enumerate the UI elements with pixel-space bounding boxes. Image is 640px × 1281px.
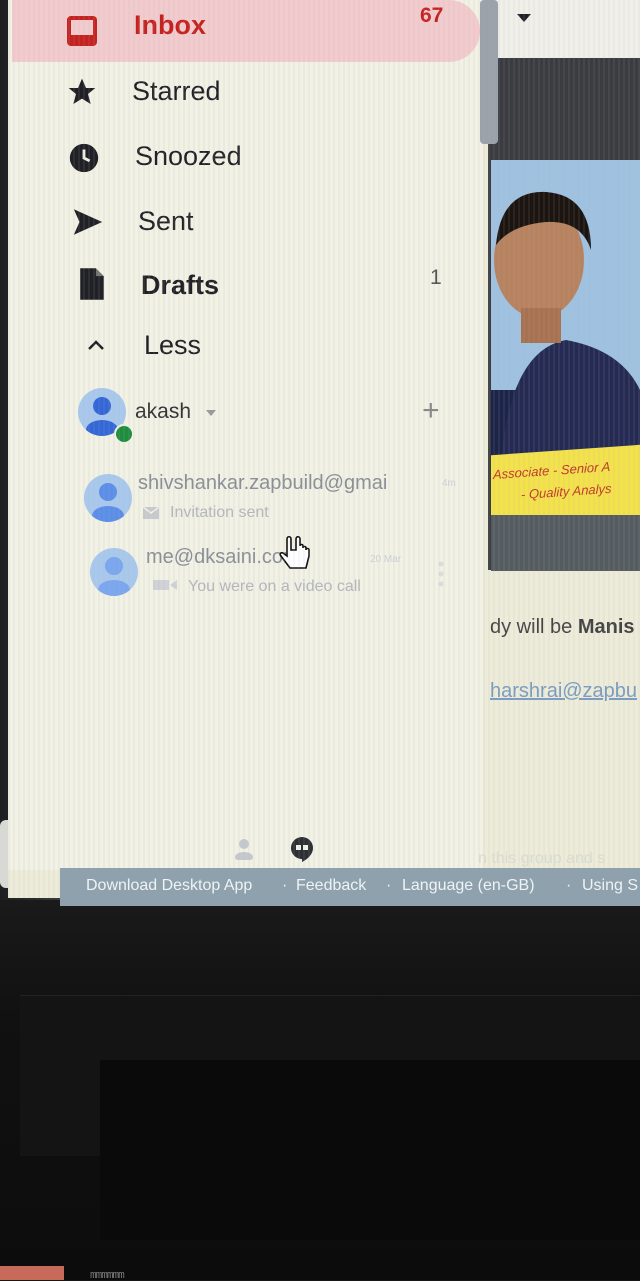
- footer-text: Using S: [582, 877, 639, 894]
- sidebar: Inbox 67 Starred Snoozed Sent Drafts 1 L…: [8, 0, 483, 870]
- avatar: [90, 548, 138, 596]
- sidebar-item-label: Snoozed: [135, 141, 242, 171]
- language-link[interactable]: Language (en-GB): [402, 877, 535, 895]
- sidebar-item-drafts[interactable]: Drafts 1: [8, 254, 478, 310]
- send-icon: [70, 204, 106, 240]
- email-body-prefix: dy will be: [490, 616, 578, 638]
- sidebar-item-label: Inbox: [134, 10, 206, 40]
- laptop-body: [100, 1060, 640, 1240]
- email-body-text: dy will be Manis: [490, 616, 635, 639]
- conversation-time: 20 Mar: [370, 554, 402, 565]
- sidebar-item-label: Sent: [138, 206, 194, 236]
- draft-icon: [74, 266, 110, 302]
- draft-count: 1: [430, 266, 442, 289]
- image-footer: [491, 515, 640, 571]
- sidebar-item-less[interactable]: Less: [8, 316, 478, 372]
- email-toolbar: [488, 0, 640, 58]
- email-body-bold: Manis: [577, 616, 635, 638]
- chevron-up-icon: [78, 328, 114, 364]
- banner-line-2: - Quality Analys: [521, 480, 612, 503]
- download-desktop-app-link[interactable]: Download Desktop App: [86, 877, 252, 895]
- footer-bar: Download Desktop App · Feedback · Langua…: [60, 868, 640, 906]
- hangout-conversation[interactable]: shivshankar.zapbuild@gmai 4m Invitation …: [84, 468, 484, 530]
- sidebar-item-label: Starred: [132, 76, 221, 106]
- online-status-dot: [114, 424, 134, 444]
- footer-separator: ·: [566, 877, 572, 894]
- caret-down-icon[interactable]: [516, 12, 532, 24]
- footer-separator: ·: [282, 877, 288, 894]
- conversation-name: me@dksaini.com: [146, 546, 300, 568]
- conversation-status: Invitation sent: [170, 504, 269, 521]
- screen: Associate - Senior A - Quality Analys dy…: [8, 0, 640, 898]
- conversation-status: You were on a video call: [188, 578, 361, 595]
- hand-cursor-icon: [279, 536, 310, 569]
- mail-icon: [142, 506, 160, 519]
- more-vert-icon[interactable]: [438, 560, 444, 588]
- video-call-icon: [153, 580, 177, 590]
- person-photo: [491, 191, 640, 470]
- desk-scribble: mmmmmm: [90, 1268, 125, 1281]
- conversation-time: 4m: [442, 478, 456, 489]
- hangouts-icon[interactable]: [289, 836, 315, 862]
- sidebar-item-inbox[interactable]: Inbox 67: [12, 0, 480, 62]
- person-icon[interactable]: [234, 838, 254, 860]
- new-conversation-button[interactable]: +: [422, 394, 440, 428]
- sidebar-scrollbar[interactable]: [480, 0, 498, 144]
- banner-line-1: Associate - Senior A: [493, 458, 611, 483]
- sidebar-item-label: Less: [144, 330, 202, 360]
- caret-down-icon[interactable]: [206, 409, 216, 417]
- hangouts-user-name[interactable]: akash: [135, 400, 191, 424]
- email-link[interactable]: harshrai@zapbu: [490, 680, 637, 703]
- avatar: [84, 474, 132, 522]
- star-icon: [64, 74, 100, 110]
- sidebar-item-sent[interactable]: Sent: [8, 192, 478, 248]
- inbox-icon: [64, 13, 100, 49]
- sticker: [0, 1266, 64, 1280]
- footer-separator: ·: [386, 877, 392, 894]
- sidebar-item-starred[interactable]: Starred: [8, 64, 478, 120]
- sidebar-item-label: Drafts: [141, 270, 220, 300]
- clock-icon: [66, 140, 102, 176]
- feedback-link[interactable]: Feedback: [296, 877, 366, 895]
- conversation-name: shivshankar.zapbuild@gmai: [138, 472, 388, 494]
- unread-count: 67: [420, 4, 444, 27]
- sidebar-item-snoozed[interactable]: Snoozed: [8, 128, 478, 184]
- faded-text: n this group and s: [478, 850, 606, 867]
- photo-background: [491, 160, 640, 470]
